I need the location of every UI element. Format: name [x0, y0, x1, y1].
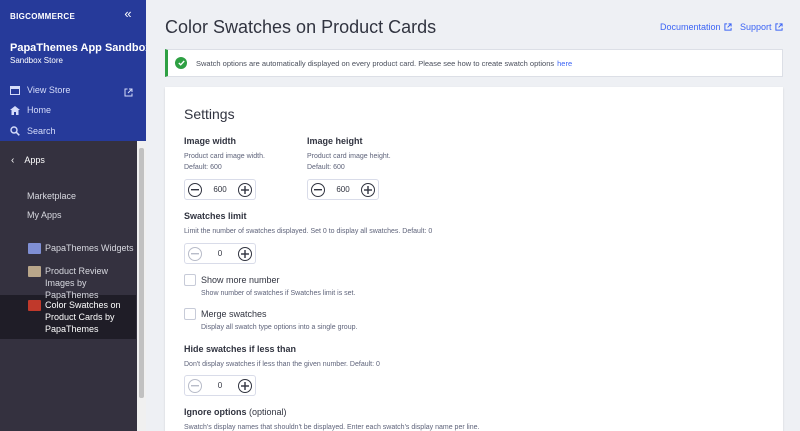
nav-home[interactable]: Home — [10, 103, 51, 117]
settings-card: Settings Image width Product card image … — [165, 87, 783, 431]
image-width-label: Image width — [184, 136, 237, 146]
chevron-left-icon: ‹ — [11, 154, 15, 166]
merge-swatches-help: Display all swatch type options into a s… — [201, 324, 358, 331]
double-chevron-left-icon: « — [124, 6, 132, 21]
bigcommerce-logo[interactable]: BIGCOMMERCE — [10, 9, 75, 23]
merge-swatches-checkbox[interactable] — [184, 308, 196, 320]
image-height-default: Default: 600 — [307, 164, 345, 171]
sidebar-scrollbar-thumb[interactable] — [139, 148, 144, 398]
image-height-label: Image height — [307, 136, 363, 146]
hide-swatches-label: Hide swatches if less than — [184, 344, 297, 354]
ignore-options-label: Ignore options (optional) — [184, 407, 287, 417]
minus-circle-icon[interactable] — [311, 182, 325, 197]
image-width-stepper[interactable]: 600 — [184, 179, 256, 200]
brand-text: BIGCOMMERCE — [10, 11, 76, 21]
image-height-value[interactable]: 600 — [325, 185, 361, 194]
image-width-value[interactable]: 600 — [202, 185, 238, 194]
nav-view-store[interactable]: View Store — [10, 83, 70, 97]
minus-circle-icon[interactable] — [188, 378, 202, 393]
plus-circle-icon[interactable] — [361, 182, 375, 197]
check-circle-icon — [175, 57, 187, 69]
nav-label: Home — [27, 105, 52, 115]
my-apps-link[interactable]: My Apps — [27, 210, 62, 220]
sidebar: BIGCOMMERCE « PapaThemes App Sandbox San… — [0, 0, 146, 431]
minus-circle-icon[interactable] — [188, 246, 202, 261]
show-more-number-label: Show more number — [201, 275, 280, 285]
image-height-stepper[interactable]: 600 — [307, 179, 379, 200]
plus-circle-icon[interactable] — [238, 378, 252, 393]
success-alert: Swatch options are automatically display… — [165, 49, 783, 77]
home-icon — [10, 105, 20, 115]
image-width-default: Default: 600 — [184, 164, 222, 171]
sidebar-app-papathemes-widgets[interactable]: PapaThemes Widgets — [28, 242, 140, 254]
app-label: Color Swatches on Product Cards by PapaT… — [45, 300, 121, 334]
image-width-help: Product card image width. — [184, 153, 265, 160]
store-name: PapaThemes App Sandbox — [10, 42, 146, 54]
nav-label: View Store — [27, 85, 71, 95]
external-link-icon[interactable] — [124, 84, 134, 97]
support-label: Support — [740, 22, 772, 32]
documentation-label: Documentation — [660, 22, 721, 32]
store-type: Sandbox Store — [10, 56, 63, 65]
swatches-limit-label: Swatches limit — [184, 211, 247, 221]
support-link[interactable]: Support — [740, 22, 783, 32]
app-thumbnail-icon — [28, 243, 41, 254]
external-link-icon — [774, 23, 783, 31]
ignore-options-help: Swatch's display names that shouldn't be… — [184, 424, 480, 431]
optional-tag: (optional) — [249, 407, 287, 417]
documentation-link[interactable]: Documentation — [660, 22, 732, 32]
swatches-limit-stepper[interactable]: 0 — [184, 243, 256, 264]
settings-title: Settings — [184, 106, 235, 122]
sidebar-app-product-review-images[interactable]: Product Review Images by PapaThemes — [28, 265, 140, 301]
apps-back-button[interactable]: ‹ Apps — [0, 150, 146, 170]
apps-label: Apps — [24, 155, 45, 165]
swatches-limit-value[interactable]: 0 — [202, 249, 238, 258]
nav-search[interactable]: Search — [10, 124, 56, 138]
marketplace-link[interactable]: Marketplace — [27, 191, 76, 201]
app-thumbnail-icon — [28, 266, 41, 277]
page-title: Color Swatches on Product Cards — [165, 17, 437, 37]
show-more-number-help: Show number of swatches if Swatches limi… — [201, 290, 356, 297]
alert-text: Swatch options are automatically display… — [196, 58, 555, 68]
hide-swatches-value[interactable]: 0 — [202, 381, 238, 390]
search-icon — [10, 126, 20, 136]
plus-circle-icon[interactable] — [238, 182, 252, 197]
hide-swatches-help: Don't display swatches if less than the … — [184, 361, 380, 368]
merge-swatches-label: Merge swatches — [201, 309, 267, 319]
app-thumbnail-icon — [28, 300, 41, 311]
external-link-icon — [723, 23, 732, 31]
image-height-help: Product card image height. — [307, 153, 391, 160]
plus-circle-icon[interactable] — [238, 246, 252, 261]
app-label: Product Review Images by PapaThemes — [45, 266, 109, 300]
show-more-number-checkbox[interactable] — [184, 274, 196, 286]
store-icon — [10, 85, 20, 95]
nav-label: Search — [27, 126, 56, 136]
collapse-sidebar-button[interactable]: « — [120, 7, 136, 23]
alert-here-link[interactable]: here — [557, 59, 572, 68]
minus-circle-icon[interactable] — [188, 182, 202, 197]
sidebar-app-color-swatches[interactable]: Color Swatches on Product Cards by PapaT… — [28, 299, 140, 335]
app-label: PapaThemes Widgets — [45, 243, 134, 253]
sidebar-header: BIGCOMMERCE « PapaThemes App Sandbox San… — [0, 0, 146, 141]
ignore-options-title: Ignore options — [184, 407, 247, 417]
hide-swatches-stepper[interactable]: 0 — [184, 375, 256, 396]
swatches-limit-help: Limit the number of swatches displayed. … — [184, 228, 433, 235]
